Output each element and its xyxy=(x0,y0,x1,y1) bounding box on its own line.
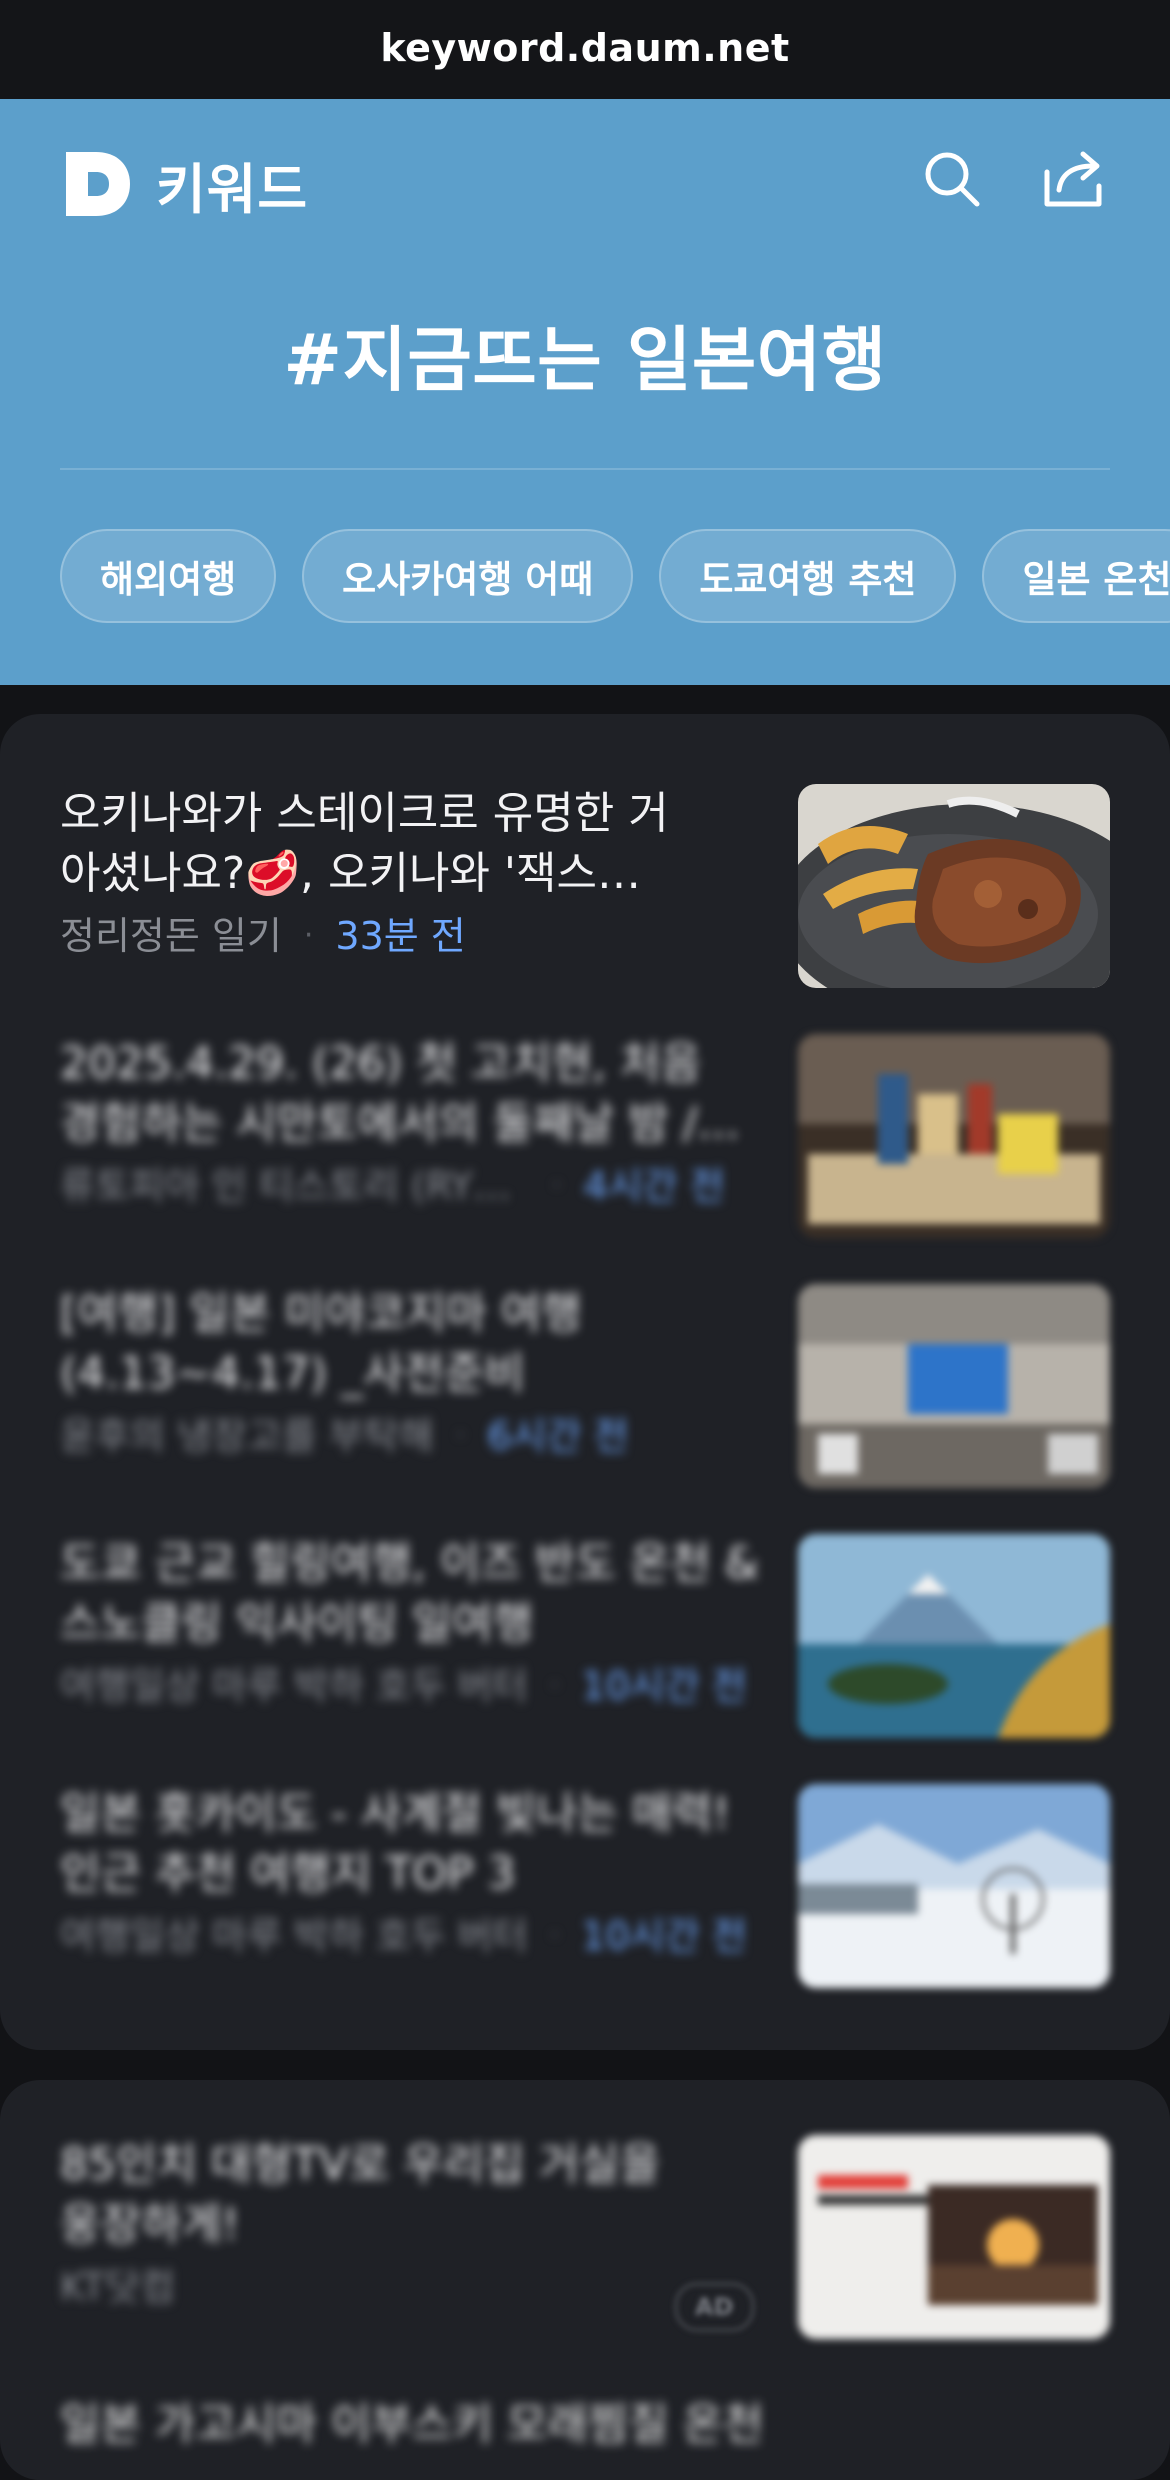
article-source: 류토피아 인 티스토리 (RYUTOPIA) xyxy=(60,1164,530,1208)
article-list-card: 오키나와가 스테이크로 유명한 거 아셨나요?🥩, 오키나와 '잭스 스테이크하… xyxy=(0,714,1170,2050)
article-source: 윤후의 냉장고를 부탁해 xyxy=(60,1414,434,1458)
steak-photo-thumbnail xyxy=(798,784,1110,988)
article-meta: 여행일상 마루 박하 호두 버터 · 10시간 전 xyxy=(60,1664,750,1708)
article-time: 6시간 전 xyxy=(487,1414,629,1458)
airport-photo-thumbnail xyxy=(798,1284,1110,1488)
daum-d-logo-icon xyxy=(66,152,130,216)
article-title: 2025.4.29. (26) 첫 고치현, 처음 경험하는 시만토에서의 둘째… xyxy=(60,1038,740,1149)
article-meta: 윤후의 냉장고를 부탁해 · 6시간 전 xyxy=(60,1414,750,1458)
share-button[interactable] xyxy=(1036,141,1112,217)
chip-keyword[interactable]: 일본 온천 xyxy=(982,529,1170,623)
keyword-header: 키워드 #지금뜨는 일본여행 해외여행 오사카여행 어때 도쿄여행 추천 일본 … xyxy=(0,99,1170,685)
list-item[interactable]: 2025.4.29. (26) 첫 고치현, 처음 경험하는 시만토에서의 둘째… xyxy=(60,1034,1110,1239)
share-icon xyxy=(1044,151,1102,207)
meta-separator: · xyxy=(303,918,314,953)
article-time: 33분 전 xyxy=(335,914,466,958)
ad-badge: AD xyxy=(675,2283,754,2331)
meta-separator: · xyxy=(455,1418,466,1453)
chip-keyword[interactable]: 도쿄여행 추천 xyxy=(659,529,957,623)
article-meta: 정리정돈 일기 · 33분 전 xyxy=(60,914,750,958)
article-source: 여행일상 마루 박하 호두 버터 xyxy=(60,1914,528,1958)
list-item[interactable]: 도쿄 근교 힐링여행, 이즈 반도 온천 & 스노클링 익사이팅 일여행 여행일… xyxy=(60,1534,1110,1739)
meta-separator: · xyxy=(549,1668,560,1703)
url-text: keyword.daum.net xyxy=(380,25,790,70)
brand[interactable]: 키워드 xyxy=(62,144,308,224)
article-meta: 여행일상 마루 박하 호두 버터 · 10시간 전 xyxy=(60,1914,750,1958)
related-keyword-chips: 해외여행 오사카여행 어때 도쿄여행 추천 일본 온천 xyxy=(60,529,1170,623)
meta-separator: · xyxy=(552,1168,562,1203)
ad-item[interactable]: 85인치 대형TV로 우리집 거실을 웅장하게! KT닷컴 xyxy=(60,2135,1110,2340)
tv-ad-thumbnail xyxy=(798,2135,1110,2339)
header-divider xyxy=(60,468,1110,470)
list-item[interactable]: 오키나와가 스테이크로 유명한 거 아셨나요?🥩, 오키나와 '잭스 스테이크하… xyxy=(60,784,1110,989)
article-title: 도쿄 근교 힐링여행, 이즈 반도 온천 & 스노클링 익사이팅 일여행 xyxy=(60,1538,759,1649)
article-meta: 류토피아 인 티스토리 (RYUTOPIA) · 4시간 전 xyxy=(60,1164,750,1208)
chip-keyword[interactable]: 오사카여행 어때 xyxy=(302,529,634,623)
ad-meta: KT닷컴 xyxy=(60,2265,750,2309)
article-time: 10시간 전 xyxy=(581,1664,747,1708)
search-button[interactable] xyxy=(914,141,990,217)
brand-name: 키워드 xyxy=(156,157,309,221)
snack-table-photo-thumbnail xyxy=(798,1034,1110,1238)
page-title: #지금뜨는 일본여행 xyxy=(283,319,887,401)
article-title: 일본 홋카이도 - 사계절 빛나는 매력! 인근 추천 여행지 TOP 3 xyxy=(60,1788,731,1899)
article-source: 정리정돈 일기 xyxy=(60,914,282,958)
ad-title: 85인치 대형TV로 우리집 거실을 웅장하게! xyxy=(60,2139,661,2250)
article-source: 여행일상 마루 박하 호두 버터 xyxy=(60,1664,528,1708)
chip-keyword[interactable]: 해외여행 xyxy=(60,529,277,623)
ad-source: KT닷컴 xyxy=(60,2265,176,2309)
article-time: 10시간 전 xyxy=(581,1914,747,1958)
search-icon xyxy=(925,152,980,207)
article-title: 오키나와가 스테이크로 유명한 거 아셨나요?🥩, 오키나와 '잭스 스테이크하… xyxy=(60,788,669,899)
article-time: 4시간 전 xyxy=(583,1164,725,1208)
article-title: [여행] 일본 미야코지마 여행 (4.13~4.17) _사전준비 xyxy=(60,1288,582,1399)
browser-url-bar[interactable]: keyword.daum.net xyxy=(0,0,1170,99)
list-item[interactable]: [여행] 일본 미야코지마 여행 (4.13~4.17) _사전준비 윤후의 냉… xyxy=(60,1284,1110,1489)
next-item-title: 일본 가고시마 이부스키 모래찜질 온천 xyxy=(60,2399,760,2450)
meta-separator: · xyxy=(549,1918,560,1953)
snow-field-photo-thumbnail xyxy=(798,1784,1110,1988)
list-item[interactable]: 일본 홋카이도 - 사계절 빛나는 매력! 인근 추천 여행지 TOP 3 여행… xyxy=(60,1784,1110,1989)
fuji-coast-photo-thumbnail xyxy=(798,1534,1110,1738)
